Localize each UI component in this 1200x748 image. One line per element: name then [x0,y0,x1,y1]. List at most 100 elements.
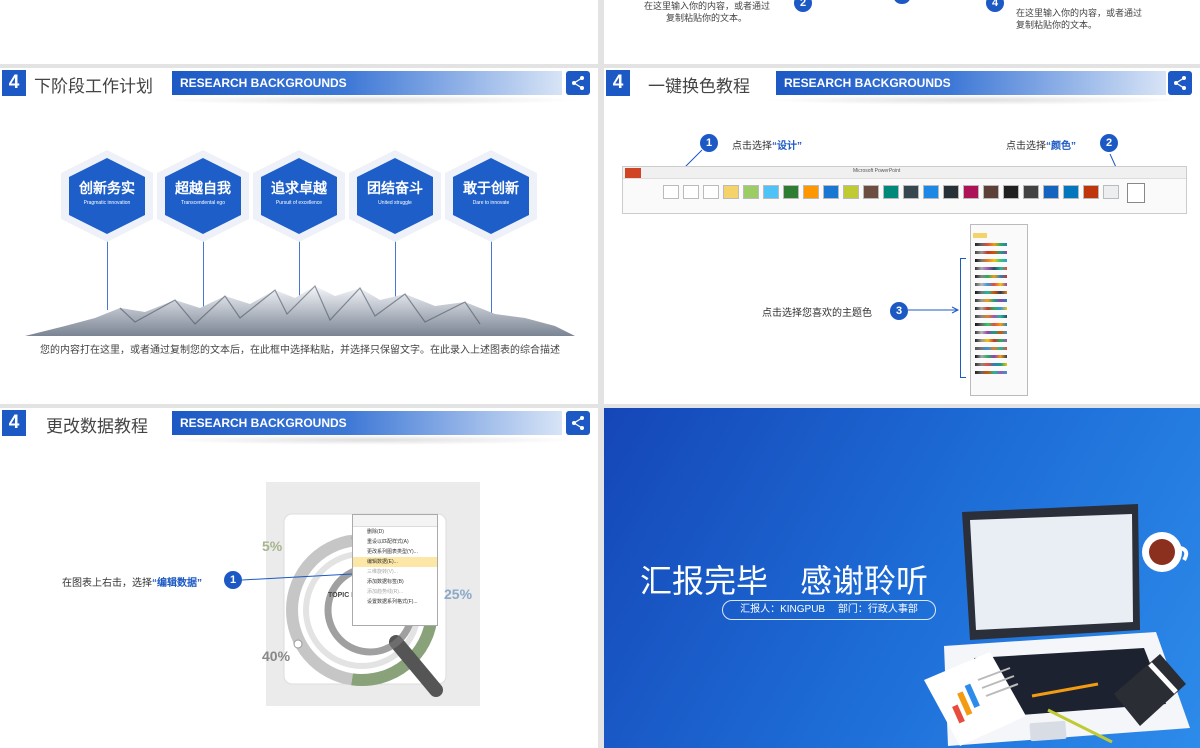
mountain-illustration [25,284,575,336]
theme-thumbnail[interactable] [1023,185,1039,199]
slide-data-tutorial[interactable]: 4 更改数据教程 RESEARCH BACKGROUNDS 在图表上右击，选择“… [0,408,598,748]
ribbon-tabs[interactable]: Microsoft PowerPoint [623,167,1186,179]
palette-row[interactable] [975,275,1007,278]
file-tab[interactable] [625,168,641,178]
theme-thumbnail[interactable] [963,185,979,199]
theme-thumbnail[interactable] [1063,185,1079,199]
slide-color-tutorial[interactable]: 4 一键换色教程 RESEARCH BACKGROUNDS 1 点击选择“设计”… [604,68,1200,404]
body-text-right-line2: 复制粘贴你的文本。 [1016,20,1098,30]
header-banner: RESEARCH BACKGROUNDS [776,71,1166,95]
theme-thumbnail[interactable] [1003,185,1019,199]
share-icon[interactable] [566,71,590,95]
theme-thumbnail[interactable] [823,185,839,199]
slide-title: 更改数据教程 [46,417,148,436]
theme-thumbnail[interactable] [663,185,679,199]
hexagon-title: 团结奋斗 [367,180,423,196]
theme-thumbnail[interactable] [1083,185,1099,199]
theme-thumbnail[interactable] [743,185,759,199]
theme-thumbnail[interactable] [943,185,959,199]
context-menu[interactable]: 删除(D) 重设以匹配样式(A) 更改系列图表类型(Y)... 编辑数据(E).… [352,514,438,626]
section-number: 4 [2,410,26,436]
menu-item-change-chart-type[interactable]: 更改系列图表类型(Y)... [353,547,437,557]
menu-item-delete[interactable]: 删除(D) [353,527,437,537]
step-1-badge: 1 [224,571,242,589]
palette-row[interactable] [975,371,1007,374]
instruction-label: 在图表上右击，选择“编辑数据” [62,578,202,589]
palette-row[interactable] [975,355,1007,358]
theme-thumbnail[interactable] [883,185,899,199]
theme-thumbnail[interactable] [983,185,999,199]
theme-thumbnail[interactable] [1103,185,1119,199]
step-2-label: 点击选择“颜色” [1006,141,1076,152]
palette-row[interactable] [975,291,1007,294]
step-3-badge: 3 [890,302,908,320]
menu-item-add-trendline[interactable]: 添加趋势线(R)... [353,587,437,597]
palette-row[interactable] [975,243,1007,246]
slide-title: 一键换色教程 [648,77,750,96]
connector-dot [894,0,910,4]
color-palette-dropdown[interactable] [970,224,1028,396]
slide-header: 4 下阶段工作计划 RESEARCH BACKGROUNDS [0,68,598,105]
step-number-badge: 2 [794,0,812,12]
palette-row[interactable] [975,259,1007,262]
selection-bracket [960,258,966,378]
hexagon-card: 敢于创新 Dare to innovate [445,150,537,242]
pencil-icon [1031,682,1113,744]
banner-shadow [160,435,580,445]
colors-dropdown[interactable] [1127,183,1145,203]
chart-label-40pct: 40% [262,648,291,664]
palette-row[interactable] [975,339,1007,342]
ending-title: 汇报完毕 感谢聆听 [640,563,929,599]
step-2-badge: 2 [1100,134,1118,152]
menu-item-3d-rotation[interactable]: 三维旋转(V)... [353,567,437,577]
theme-thumbnail[interactable] [783,185,799,199]
theme-thumbnail[interactable] [843,185,859,199]
pointer-line [242,573,353,581]
section-number: 4 [606,70,630,96]
chart-label-25pct: 25% [444,586,473,602]
hexagon-title: 超越自我 [175,180,231,196]
theme-thumbnail[interactable] [763,185,779,199]
theme-thumbnail[interactable] [863,185,879,199]
document-report-icon [924,652,1026,746]
theme-thumbnail[interactable] [903,185,919,199]
theme-thumbnail[interactable] [803,185,819,199]
palette-row[interactable] [975,363,1007,366]
hexagon-card: 追求卓越 Pursuit of excellence [253,150,345,242]
menu-item-reset-style[interactable]: 重设以匹配样式(A) [353,537,437,547]
powerpoint-ribbon[interactable]: Microsoft PowerPoint [622,166,1187,214]
slide-top-left[interactable]: 在这里输入你的内容，或者通过 复制粘贴你的文本。 [0,0,598,64]
share-icon[interactable] [1168,71,1192,95]
palette-row[interactable] [975,283,1007,286]
slide-work-plan[interactable]: 4 下阶段工作计划 RESEARCH BACKGROUNDS 创新务实 Prag… [0,68,598,404]
theme-thumbnail[interactable] [1043,185,1059,199]
palette-row[interactable] [975,251,1007,254]
step-1-label: 点击选择“设计” [732,141,802,152]
menu-item-format-series[interactable]: 设置数据系列格式(F)... [353,597,437,607]
theme-thumbnail[interactable] [683,185,699,199]
slide-ending[interactable]: 汇报完毕 感谢聆听 汇报人：KINGPUB 部门：行政人事部 [604,408,1200,748]
share-icon[interactable] [566,411,590,435]
palette-row[interactable] [975,307,1007,310]
body-text-right-line1: 在这里输入你的内容，或者通过 [1016,8,1143,18]
palette-row[interactable] [975,323,1007,326]
slide-header: 4 一键换色教程 RESEARCH BACKGROUNDS [604,68,1200,105]
banner-shadow [160,95,580,105]
palette-row[interactable] [975,299,1007,302]
palette-row[interactable] [975,315,1007,318]
palette-row[interactable] [975,267,1007,270]
menu-item-edit-data[interactable]: 编辑数据(E)... [353,557,437,567]
palette-row[interactable] [975,331,1007,334]
chart-label-5pct: 5% [262,538,283,554]
theme-thumbnail[interactable] [723,185,739,199]
theme-thumbnail[interactable] [923,185,939,199]
palette-row[interactable] [975,347,1007,350]
mini-toolbar[interactable] [353,515,437,527]
theme-thumbnail[interactable] [703,185,719,199]
header-banner: RESEARCH BACKGROUNDS [172,411,562,435]
slide-top-right[interactable]: 在这里输入你的内容，或者通过 复制粘贴你的文本。 2 4 在这里输入你的内容，或… [604,0,1200,64]
banner-shadow [764,95,1184,105]
hexagon-card: 超越自我 Transcendental ego [157,150,249,242]
menu-item-add-data-labels[interactable]: 添加数据标签(B) [353,577,437,587]
section-number: 4 [2,70,26,96]
